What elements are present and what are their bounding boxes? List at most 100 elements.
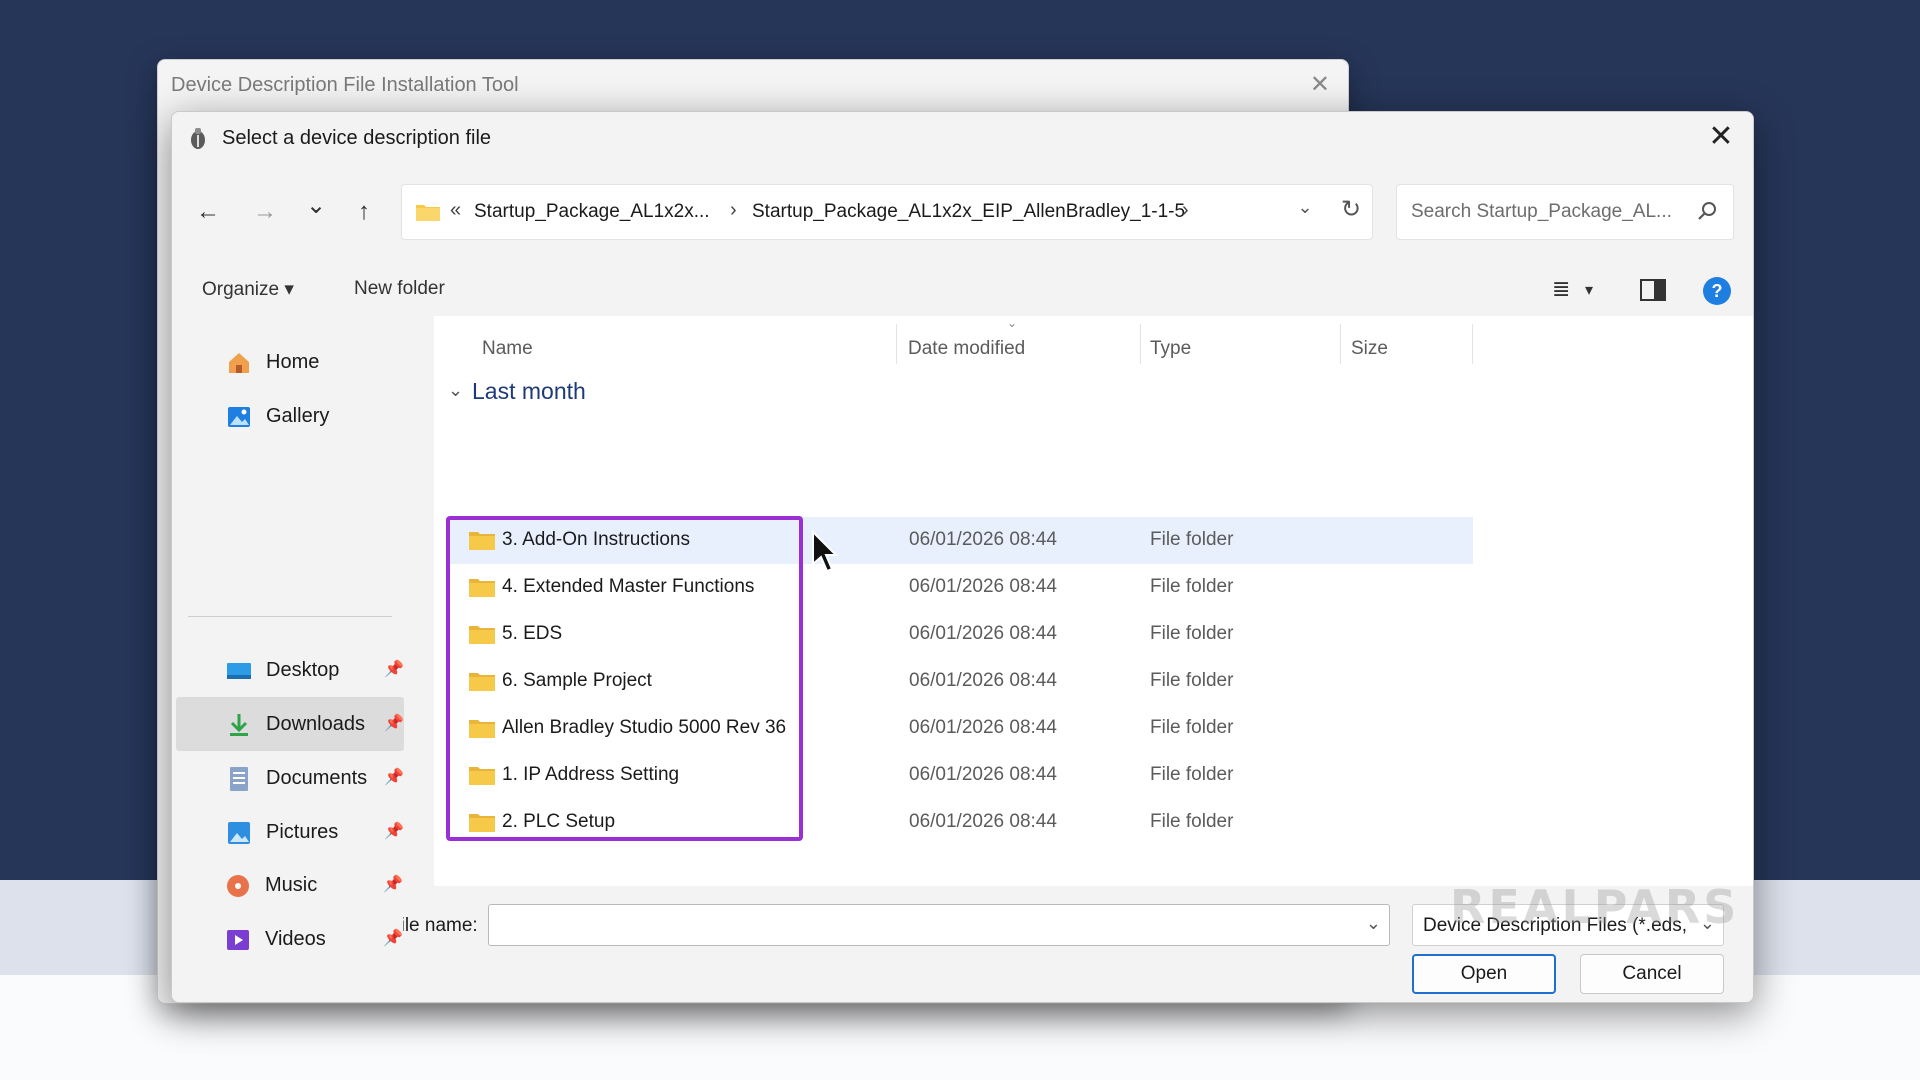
music-icon (227, 875, 249, 897)
desktop-icon (227, 663, 251, 679)
sidebar-item-label: Documents (266, 767, 368, 789)
sidebar-item-label: Downloads (266, 713, 365, 735)
sidebar-item-label: Home (266, 351, 320, 373)
list-item[interactable]: 4. Extended Master Functions 06/01/2026 … (446, 564, 1473, 611)
address-segment-current[interactable]: Startup_Package_AL1x2x_EIP_AllenBradley_… (752, 201, 1185, 223)
file-date: 06/01/2026 08:44 (909, 811, 1057, 832)
home-icon (229, 353, 249, 373)
dialog-title: Select a device description file (222, 127, 492, 149)
file-date: 06/01/2026 08:44 (909, 670, 1057, 691)
pin-icon[interactable]: 📌 (384, 767, 404, 787)
list-item[interactable]: Allen Bradley Studio 5000 Rev 36 06/01/2… (446, 705, 1473, 752)
file-type: File folder (1150, 670, 1234, 691)
folder-icon (469, 673, 495, 691)
column-header-date-modified[interactable]: Date modified (908, 338, 1025, 360)
preview-pane-icon[interactable] (1640, 279, 1666, 301)
back-button[interactable]: ← (188, 192, 228, 232)
file-list: ⌄ Name Date modified Type Size ⌄ Last mo… (434, 316, 1753, 886)
view-list-icon[interactable]: ≣ (1552, 276, 1570, 302)
sidebar-item-label: Pictures (266, 821, 339, 843)
group-header-last-month[interactable]: Last month (472, 378, 586, 405)
column-header-name[interactable]: Name (482, 338, 533, 360)
sidebar-item-gallery[interactable]: Gallery (176, 389, 404, 443)
view-options-dropdown[interactable]: ▾ (1585, 280, 1593, 300)
pin-icon[interactable]: 📌 (383, 928, 403, 948)
downloads-icon (230, 714, 248, 736)
up-button[interactable]: ↑ (344, 192, 384, 232)
chevron-right-icon[interactable]: › (730, 199, 737, 222)
file-name: Allen Bradley Studio 5000 Rev 36 (502, 717, 787, 738)
file-type: File folder (1150, 717, 1234, 738)
column-separator[interactable] (896, 324, 897, 364)
sidebar-item-videos[interactable]: Videos 📌 (175, 912, 403, 966)
videos-icon (227, 930, 249, 950)
dialog-close-button[interactable]: ✕ (1703, 120, 1739, 156)
cancel-button[interactable]: Cancel (1580, 954, 1724, 994)
chevron-down-icon[interactable]: ⌄ (1366, 913, 1381, 934)
address-bar[interactable]: « Startup_Package_AL1x2x... › Startup_Pa… (401, 184, 1373, 240)
sidebar-divider (188, 616, 392, 617)
column-separator[interactable] (1472, 324, 1473, 364)
file-name: 2. PLC Setup (502, 811, 616, 832)
sidebar-item-label: Music (265, 874, 318, 896)
navigation-pane: Home Gallery Desktop 📌 Downloads 📌 Docum… (172, 316, 434, 886)
back-window-close-button[interactable]: ✕ (1310, 70, 1330, 99)
column-separator[interactable] (1340, 324, 1341, 364)
command-bar: Organize ▾ New folder ≣ ▾ ? (172, 264, 1753, 316)
organize-menu[interactable]: Organize ▾ (202, 278, 294, 301)
folder-icon (469, 767, 495, 785)
address-overflow-icon[interactable]: « (450, 199, 461, 222)
file-name: 1. IP Address Setting (502, 764, 680, 785)
file-date: 06/01/2026 08:44 (909, 623, 1057, 644)
search-input[interactable]: Search Startup_Package_AL... (1396, 184, 1734, 240)
column-header-size[interactable]: Size (1351, 338, 1388, 360)
chevron-down-icon[interactable]: ⌄ (448, 380, 463, 401)
address-segment-parent[interactable]: Startup_Package_AL1x2x... (474, 201, 710, 223)
forward-button[interactable]: → (245, 192, 285, 232)
list-item[interactable]: 5. EDS 06/01/2026 08:44 File folder (446, 611, 1473, 658)
pin-icon[interactable]: 📌 (384, 713, 404, 733)
chevron-right-icon[interactable]: › (1182, 199, 1189, 222)
sidebar-item-documents[interactable]: Documents 📌 (176, 751, 404, 805)
mouse-cursor-icon (812, 530, 839, 573)
column-separator[interactable] (1140, 324, 1141, 364)
file-type: File folder (1150, 576, 1234, 597)
file-type: File folder (1150, 623, 1234, 644)
sidebar-item-home[interactable]: Home (176, 335, 404, 389)
pin-icon[interactable]: 📌 (384, 659, 404, 679)
refresh-icon[interactable]: ↻ (1334, 195, 1368, 224)
documents-icon (230, 767, 248, 791)
sidebar-item-downloads[interactable]: Downloads 📌 (176, 697, 404, 751)
pictures-icon (228, 822, 250, 844)
file-name: 5. EDS (502, 623, 563, 644)
list-item[interactable]: 3. Add-On Instructions 06/01/2026 08:44 … (446, 517, 1473, 564)
help-icon[interactable]: ? (1703, 277, 1731, 305)
file-name: 3. Add-On Instructions (502, 529, 690, 550)
search-icon[interactable] (1695, 199, 1719, 223)
list-item[interactable]: 1. IP Address Setting 06/01/2026 08:44 F… (446, 752, 1473, 799)
sidebar-item-music[interactable]: Music 📌 (175, 858, 403, 912)
file-date: 06/01/2026 08:44 (909, 576, 1057, 597)
file-name: 6. Sample Project (502, 670, 652, 691)
list-item[interactable]: 6. Sample Project 06/01/2026 08:44 File … (446, 658, 1473, 705)
file-name-input[interactable]: ⌄ (488, 904, 1390, 946)
file-type: File folder (1150, 811, 1234, 832)
folder-icon (469, 532, 495, 550)
pin-icon[interactable]: 📌 (383, 874, 403, 894)
pin-icon[interactable]: 📌 (384, 821, 404, 841)
dialog-titlebar: Select a device description file ✕ (172, 112, 1753, 164)
folder-icon (469, 626, 495, 644)
sidebar-item-pictures[interactable]: Pictures 📌 (176, 805, 404, 859)
sidebar-item-desktop[interactable]: Desktop 📌 (176, 643, 404, 697)
new-folder-button[interactable]: New folder (354, 278, 445, 300)
recent-locations-button[interactable]: ⌄ (296, 186, 336, 226)
sidebar-item-label: Desktop (266, 659, 340, 681)
folder-icon (416, 205, 440, 221)
address-history-dropdown[interactable]: ⌄ (1291, 197, 1319, 218)
file-date: 06/01/2026 08:44 (909, 529, 1057, 550)
sidebar-item-label: Gallery (266, 405, 330, 427)
column-header-type[interactable]: Type (1150, 338, 1191, 360)
open-button[interactable]: Open (1412, 954, 1556, 994)
list-item[interactable]: 2. PLC Setup 06/01/2026 08:44 File folde… (446, 799, 1473, 846)
app-icon (191, 128, 205, 149)
